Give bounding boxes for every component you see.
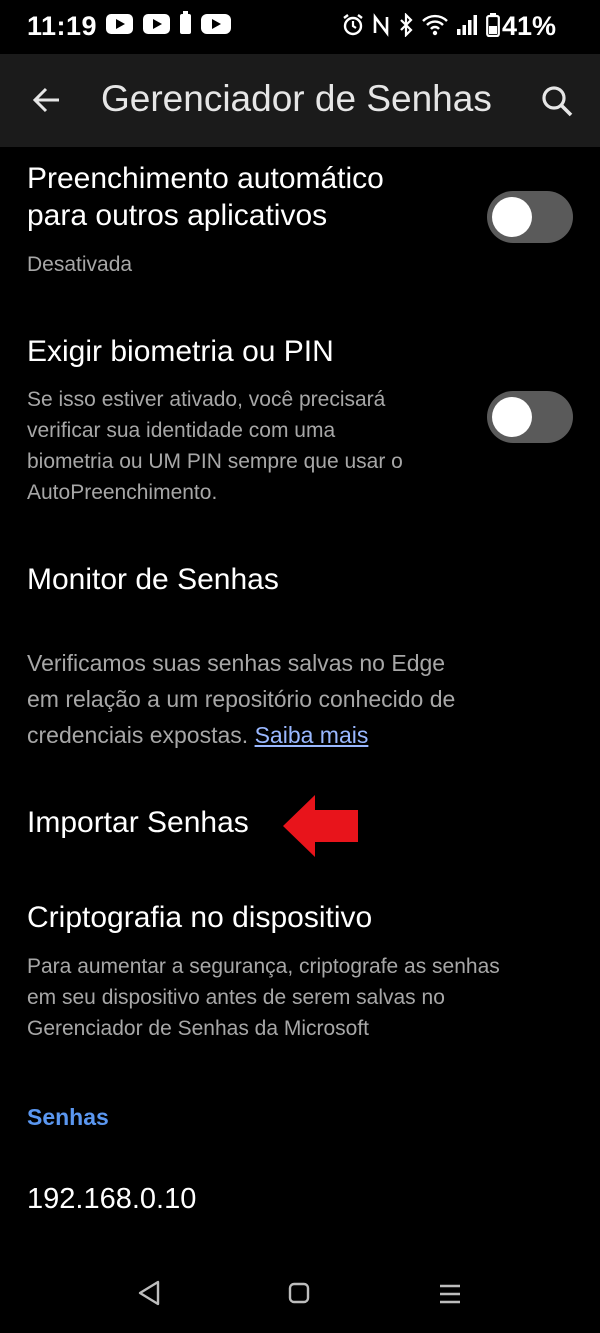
system-icons — [342, 13, 500, 37]
youtube-icon — [143, 14, 170, 34]
page-title: Gerenciador de Senhas — [101, 78, 492, 119]
signal-icon — [457, 15, 477, 35]
search-button[interactable] — [536, 80, 580, 124]
wifi-icon — [422, 14, 448, 36]
battery-percent: 41% — [501, 11, 556, 41]
search-icon — [542, 86, 573, 117]
monitor-title: Monitor de Senhas — [27, 563, 279, 596]
toggle-knob — [492, 197, 532, 237]
learn-more-link[interactable]: Saiba mais — [255, 722, 369, 748]
status-time: 11:19 — [27, 11, 98, 41]
back-triangle-icon[interactable] — [137, 1280, 161, 1306]
home-square-icon[interactable] — [288, 1282, 310, 1304]
battery-saver-icon — [180, 11, 191, 34]
video-icon — [201, 14, 231, 34]
arrow-left-icon — [32, 87, 59, 113]
monitor-desc-line1: Verificamos suas senhas salvas no Edge — [27, 650, 446, 676]
encryption-desc-line2: em seu dispositivo antes de serem salvas… — [27, 986, 445, 1009]
bluetooth-icon — [400, 13, 413, 37]
battery-icon — [486, 13, 500, 37]
password-entry[interactable]: 192.168.0.10 — [27, 1181, 196, 1218]
system-nav-bar — [0, 1250, 600, 1333]
status-bar: 11:19 41% — [0, 0, 600, 54]
autofill-title-line2: para outros aplicativos — [27, 199, 328, 232]
autofill-subtitle: Desativada — [27, 253, 133, 276]
biometric-toggle[interactable] — [487, 391, 573, 443]
youtube-icon — [106, 14, 133, 34]
toggle-knob — [492, 397, 532, 437]
alarm-icon — [343, 14, 363, 36]
menu-lines-icon[interactable] — [438, 1283, 462, 1305]
biometric-desc-line2: verificar sua identidade com uma — [27, 419, 336, 442]
notification-icons — [106, 11, 231, 34]
nfc-icon — [373, 13, 389, 37]
red-arrow-annotation — [283, 795, 358, 857]
biometric-desc-line4: AutoPreenchimento. — [27, 481, 218, 504]
app-bar: Gerenciador de Senhas — [0, 54, 600, 147]
passwords-section-header: Senhas — [27, 1104, 109, 1130]
biometric-desc-line1: Se isso estiver ativado, você precisará — [27, 388, 386, 411]
back-button[interactable] — [26, 78, 70, 122]
monitor-desc-line3: credenciais expostas. Saiba mais — [27, 717, 368, 753]
monitor-desc-line2: em relação a um repositório conhecido de — [27, 686, 456, 712]
monitor-desc-text: credenciais expostas. — [27, 722, 249, 748]
encryption-title: Criptografia no dispositivo — [27, 901, 373, 934]
autofill-toggle[interactable] — [487, 191, 573, 243]
encryption-desc-line3: Gerenciador de Senhas da Microsoft — [27, 1017, 370, 1040]
encryption-desc-line1: Para aumentar a segurança, criptografe a… — [27, 955, 500, 978]
biometric-desc-line3: biometria ou UM PIN sempre que usar o — [27, 450, 403, 473]
biometric-title: Exigir biometria ou PIN — [27, 335, 334, 368]
autofill-title-line1: Preenchimento automático — [27, 162, 384, 195]
import-passwords-item[interactable]: Importar Senhas — [27, 804, 249, 841]
